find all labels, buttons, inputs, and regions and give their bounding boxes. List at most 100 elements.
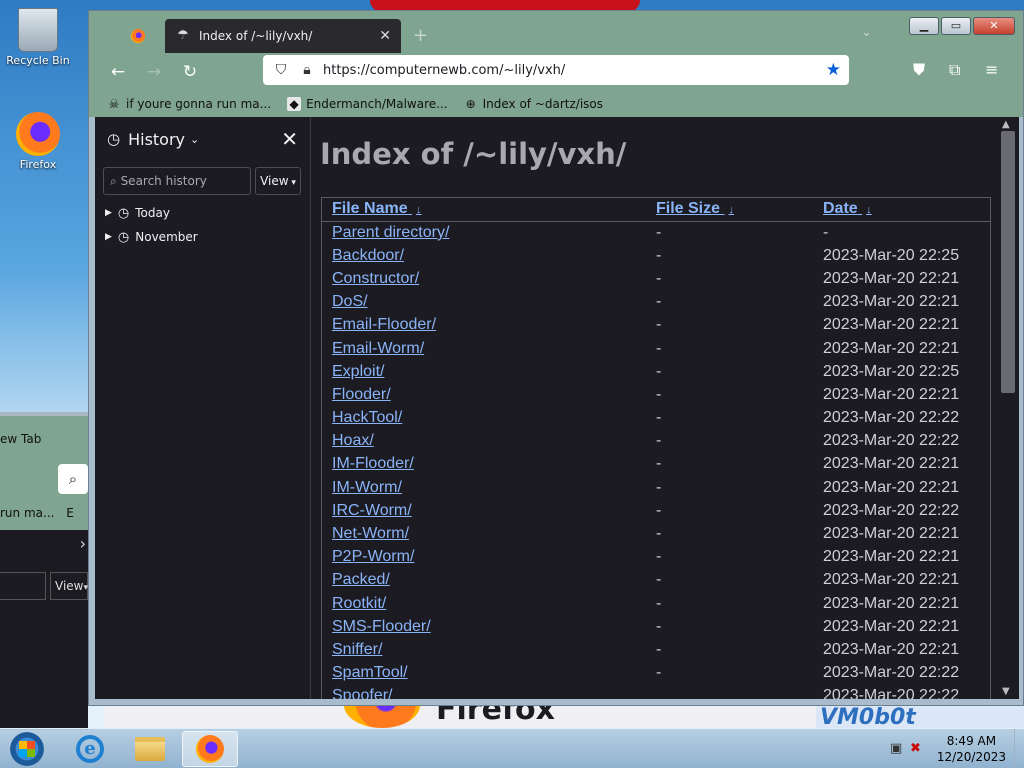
show-desktop-button[interactable]	[1014, 729, 1024, 768]
scroll-down-icon[interactable]: ▼	[1002, 686, 1010, 697]
directory-link[interactable]: Hoax/	[332, 432, 374, 449]
tab-firefox-home[interactable]	[119, 21, 157, 53]
bookmark-star-icon[interactable]: ★	[826, 60, 841, 80]
extensions-icon[interactable]: ⧉	[949, 60, 960, 80]
sort-by-size-link[interactable]: File Size ↓	[656, 200, 734, 217]
taskbar-firefox[interactable]	[182, 731, 238, 767]
directory-link[interactable]: Rootkit/	[332, 595, 386, 612]
desktop-icon-recycle-bin[interactable]: Recycle Bin	[0, 8, 76, 67]
title-bar: ☂ Index of /~lily/vxh/ ✕ + ⌄ ▁ ▭ ✕	[89, 11, 1023, 53]
twisty-icon[interactable]: ▶	[105, 208, 112, 218]
background-search-input[interactable]	[0, 572, 46, 600]
bookmark-label: Endermanch/Malware...	[306, 97, 448, 111]
menu-icon[interactable]: ≡	[985, 60, 998, 79]
page-scrollbar[interactable]: ▲ ▼	[997, 117, 1019, 699]
directory-link[interactable]: IRC-Worm/	[332, 502, 412, 519]
url-text[interactable]: https://computernewb.com/~lily/vxh/	[323, 63, 826, 78]
url-bar[interactable]: ⛉ 🔒︎ https://computernewb.com/~lily/vxh/…	[263, 55, 849, 85]
minimize-button[interactable]: ▁	[909, 17, 939, 35]
bookmark-item[interactable]: ⊕ Index of ~dartz/isos	[464, 97, 603, 111]
file-size-cell	[656, 685, 823, 699]
background-bookmark[interactable]: run ma...	[0, 506, 54, 520]
close-tab-icon[interactable]: ✕	[379, 28, 391, 44]
pocket-icon[interactable]: ⛊	[913, 60, 925, 80]
history-group-november[interactable]: ▶ ◷ November	[95, 225, 310, 249]
directory-link[interactable]: Net-Worm/	[332, 525, 409, 542]
lock-icon[interactable]: 🔒︎	[297, 62, 317, 78]
twisty-icon[interactable]: ▶	[105, 232, 112, 242]
directory-link[interactable]: Email-Worm/	[332, 340, 424, 357]
list-all-tabs-icon[interactable]: ⌄	[861, 25, 872, 40]
search-icon[interactable]: ⌕	[58, 464, 88, 494]
clock-date: 12/20/2023	[936, 750, 1006, 764]
history-search-input[interactable]: ⌕ Search history	[103, 167, 251, 195]
bookmark-label: if youre gonna run ma...	[126, 97, 272, 111]
system-tray: ▣ ✖ 8:49 AM 12/20/2023	[884, 729, 1024, 768]
start-button[interactable]	[6, 731, 48, 767]
view-button[interactable]: View ▾	[255, 167, 301, 195]
column-header-name: File Name ↓	[322, 198, 656, 222]
directory-link[interactable]: P2P-Worm/	[332, 548, 414, 565]
bookmark-item[interactable]: ◆ Endermanch/Malware...	[287, 97, 448, 111]
close-window-button[interactable]: ✕	[973, 17, 1015, 35]
directory-link[interactable]: Constructor/	[332, 270, 419, 287]
desktop-icon-firefox[interactable]: Firefox	[0, 112, 76, 171]
underlying-window[interactable]: Firefox VM0b0t	[104, 706, 1024, 728]
maximize-button[interactable]: ▭	[941, 17, 971, 35]
file-date-cell: 2023-Mar-20 22:21	[823, 640, 960, 658]
directory-link[interactable]: IM-Worm/	[332, 479, 402, 496]
forward-icon[interactable]: →	[143, 61, 165, 83]
background-bookmark[interactable]: E	[66, 506, 74, 520]
directory-link[interactable]: SpamTool/	[332, 664, 408, 681]
directory-link[interactable]: Flooder/	[332, 386, 391, 403]
directory-link[interactable]: IM-Flooder/	[332, 455, 414, 472]
column-header-size: File Size ↓	[656, 198, 823, 222]
bookmark-item[interactable]: ☠ if youre gonna run ma...	[107, 97, 271, 111]
new-tab-button[interactable]: +	[413, 25, 428, 46]
table-row: Packed/ - 2023-Mar-20 22:21	[322, 569, 990, 592]
scroll-up-icon[interactable]: ▲	[1002, 119, 1010, 130]
close-sidebar-icon[interactable]: ✕	[281, 127, 298, 151]
sort-by-name-link[interactable]: File Name ↓	[332, 200, 422, 217]
directory-link[interactable]: Packed/	[332, 571, 390, 588]
file-date-cell: 2023-Mar-20 22:21	[823, 594, 960, 612]
clock[interactable]: 8:49 AM 12/20/2023	[937, 733, 1006, 765]
directory-link[interactable]: Spoofer/	[332, 687, 392, 699]
shield-icon[interactable]: ⛉	[271, 62, 291, 78]
directory-link[interactable]: Parent directory/	[332, 224, 449, 241]
directory-link[interactable]: Backdoor/	[332, 247, 404, 264]
windows-logo-icon	[19, 741, 35, 757]
directory-link[interactable]: DoS/	[332, 293, 368, 310]
history-group-today[interactable]: ▶ ◷ Today	[95, 201, 310, 225]
file-name-cell: HackTool/	[322, 407, 656, 430]
directory-link[interactable]: Sniffer/	[332, 641, 382, 658]
taskbar-file-explorer[interactable]	[122, 731, 178, 767]
back-icon[interactable]: ←	[107, 61, 129, 83]
browser-window: ☂ Index of /~lily/vxh/ ✕ + ⌄ ▁ ▭ ✕ ← → ↻…	[88, 10, 1024, 706]
reload-icon[interactable]: ↻	[179, 61, 201, 83]
volume-muted-icon[interactable]: ✖	[910, 741, 921, 756]
table-row: Spoofer/2023-Mar-20 22:22	[322, 685, 990, 699]
scrollbar-thumb[interactable]	[1001, 131, 1015, 393]
folder-icon	[135, 737, 165, 761]
sidebar-title[interactable]: History	[128, 130, 185, 149]
background-view-button[interactable]: View▾	[50, 572, 88, 600]
tab-active[interactable]: ☂ Index of /~lily/vxh/ ✕	[165, 19, 401, 53]
directory-link[interactable]: SMS-Flooder/	[332, 618, 431, 635]
background-browser-window[interactable]: ew Tab ⌕ run ma... E › View▾	[0, 412, 88, 730]
directory-link[interactable]: HackTool/	[332, 409, 402, 426]
chevron-down-icon[interactable]: ⌄	[190, 133, 199, 146]
directory-link[interactable]: Email-Flooder/	[332, 316, 436, 333]
file-name-cell: Sniffer/	[322, 638, 656, 661]
file-name-cell: IM-Flooder/	[322, 453, 656, 476]
file-size-cell: -	[656, 223, 662, 241]
file-name-cell: Email-Flooder/	[322, 314, 656, 337]
background-tab[interactable]: ew Tab	[0, 416, 88, 460]
directory-link[interactable]: Exploit/	[332, 363, 384, 380]
chevron-right-icon[interactable]: ›	[80, 534, 86, 553]
file-size-cell: -	[656, 385, 662, 403]
taskbar-internet-explorer[interactable]: e	[62, 731, 118, 767]
network-icon[interactable]: ▣	[890, 741, 902, 756]
sort-by-date-link[interactable]: Date ↓	[823, 200, 872, 217]
history-tree: ▶ ◷ Today ▶ ◷ November	[95, 195, 310, 249]
